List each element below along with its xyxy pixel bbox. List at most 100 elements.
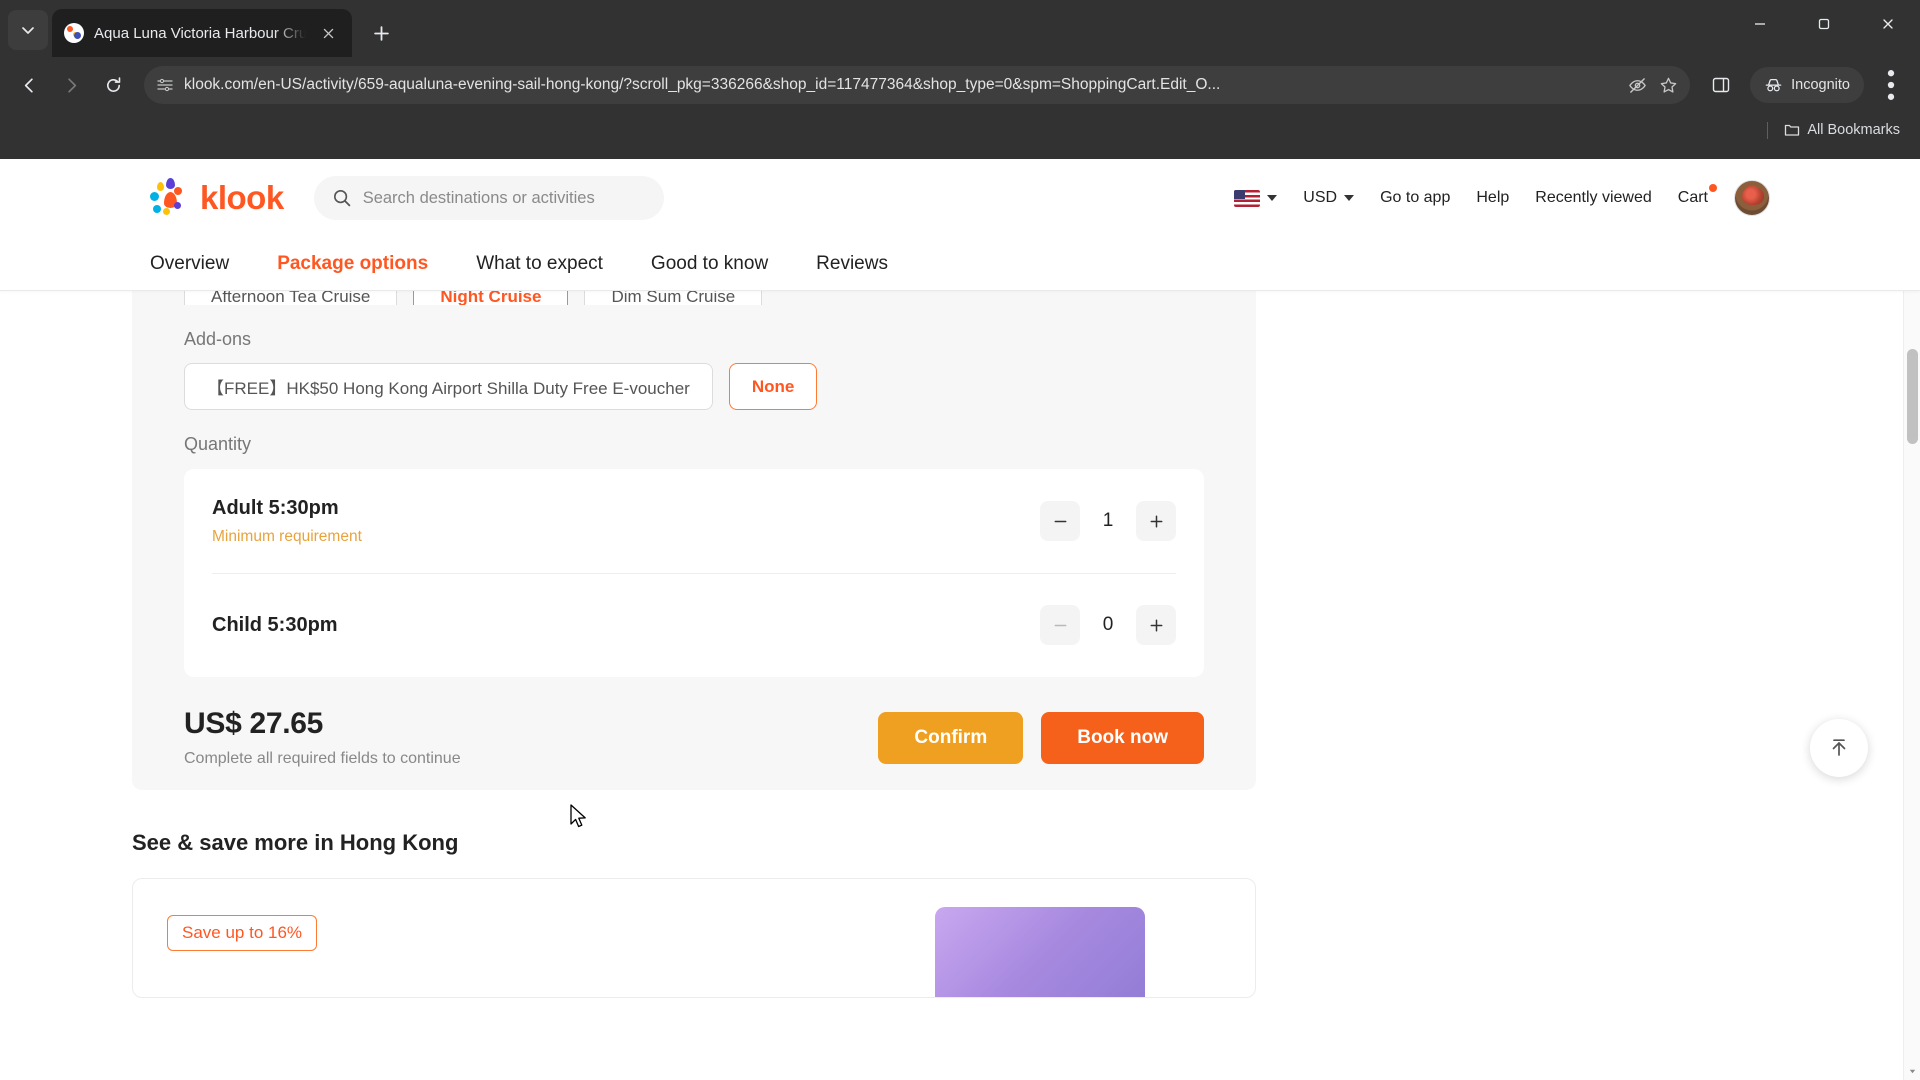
avatar[interactable] [1734, 180, 1770, 216]
incognito-label: Incognito [1791, 77, 1850, 93]
cart-badge-dot [1709, 184, 1717, 192]
page-viewport: klook Search destinations or activities … [0, 159, 1920, 1080]
book-now-button[interactable]: Book now [1041, 711, 1204, 764]
browser-window: Aqua Luna Victoria Harbour Cru klook.com… [0, 0, 1920, 1080]
chip-none[interactable]: None [728, 363, 818, 410]
klook-favicon [64, 23, 84, 43]
adult-increase-button[interactable] [1136, 501, 1176, 541]
quantity-info: Child 5:30pm [212, 614, 1040, 637]
url-text: klook.com/en-US/activity/659-aqualuna-ev… [184, 76, 1221, 93]
package-booking-card: Afternoon Tea Cruise Night Cruise Dim Su… [132, 271, 1256, 790]
scrollbar-thumb[interactable] [1907, 349, 1918, 444]
bookmarks-bar: All Bookmarks [0, 113, 1920, 147]
browser-toolbar: klook.com/en-US/activity/659-aqualuna-ev… [0, 57, 1920, 113]
site-header: klook Search destinations or activities … [0, 159, 1920, 237]
child-label: Child 5:30pm [212, 613, 338, 636]
chevron-down-icon [1344, 195, 1355, 201]
child-quantity-value: 0 [1102, 614, 1114, 635]
folder-icon [1785, 124, 1800, 136]
site-settings-icon[interactable] [156, 76, 174, 94]
close-tab-icon[interactable] [316, 21, 340, 45]
quantity-row-child: Child 5:30pm 0 [184, 573, 1204, 677]
child-increase-button[interactable] [1136, 605, 1176, 645]
all-bookmarks-label: All Bookmarks [1807, 122, 1900, 138]
close-window-icon[interactable] [1856, 0, 1920, 48]
forward-arrow-icon [52, 66, 90, 104]
search-input[interactable]: Search destinations or activities [313, 176, 664, 220]
quantity-row-adult: Adult 5:30pm Minimum requirement 1 [184, 469, 1204, 573]
language-selector[interactable] [1234, 189, 1278, 207]
adult-quantity-stepper: 1 [1040, 501, 1176, 541]
omnibox-actions [1628, 76, 1678, 95]
tab-reviews[interactable]: Reviews [816, 253, 888, 275]
save-badge: Save up to 16% [167, 915, 318, 951]
total-and-actions: US$ 27.65 Complete all required fields t… [132, 677, 1256, 768]
reload-icon[interactable] [94, 66, 132, 104]
recently-viewed-link[interactable]: Recently viewed [1535, 189, 1652, 207]
currency-selector[interactable]: USD [1303, 189, 1355, 207]
adult-quantity-value: 1 [1102, 510, 1114, 531]
klook-logo[interactable]: klook [150, 178, 284, 218]
confirm-button[interactable]: Confirm [878, 711, 1024, 764]
address-bar[interactable]: klook.com/en-US/activity/659-aqualuna-ev… [144, 66, 1691, 104]
browser-tab[interactable]: Aqua Luna Victoria Harbour Cru [52, 9, 352, 57]
tab-good-to-know[interactable]: Good to know [651, 253, 768, 275]
maximize-icon[interactable] [1792, 0, 1856, 48]
cart-label: Cart [1677, 189, 1708, 206]
klook-logo-text: klook [200, 179, 284, 216]
all-bookmarks-button[interactable]: All Bookmarks [1778, 119, 1906, 141]
search-icon [333, 190, 351, 207]
window-controls [1728, 0, 1920, 48]
scrollbar-down-arrow[interactable] [1904, 1063, 1920, 1080]
star-icon[interactable] [1659, 76, 1678, 95]
cart-button[interactable]: Cart [1677, 184, 1717, 207]
adult-minimum-note: Minimum requirement [212, 527, 362, 545]
tab-search-icon[interactable] [8, 10, 48, 50]
go-to-app-link[interactable]: Go to app [1380, 189, 1450, 207]
addons-label: Add-ons [184, 329, 252, 349]
mouse-cursor [569, 804, 589, 835]
header-actions: USD Go to app Help Recently viewed Cart [1234, 180, 1770, 216]
quantity-info: Adult 5:30pm Minimum requirement [212, 497, 1040, 546]
bookmarks-divider [1767, 121, 1769, 139]
total-price: US$ 27.65 [184, 707, 324, 740]
adult-decrease-button[interactable] [1040, 501, 1080, 541]
incognito-icon [1765, 78, 1782, 91]
child-decrease-button [1040, 605, 1080, 645]
tab-what-to-expect[interactable]: What to expect [476, 253, 603, 275]
action-buttons: Confirm Book now [878, 711, 1204, 764]
promo-thumbnail [935, 907, 1145, 997]
chip-free-evoucher[interactable]: 【FREE】HK$50 Hong Kong Airport Shilla Dut… [184, 363, 713, 410]
tab-package-options[interactable]: Package options [277, 253, 428, 275]
recommendations-title: See & save more in Hong Kong [132, 830, 459, 855]
back-arrow-icon[interactable] [10, 66, 48, 104]
child-quantity-stepper: 0 [1040, 605, 1176, 645]
new-tab-button[interactable] [362, 14, 400, 52]
price-summary: US$ 27.65 Complete all required fields t… [184, 707, 878, 768]
arrow-up-icon [1832, 739, 1846, 756]
incognito-indicator[interactable]: Incognito [1750, 67, 1864, 103]
chevron-down-icon [1267, 195, 1278, 201]
quantity-card: Adult 5:30pm Minimum requirement 1 Child… [184, 469, 1204, 677]
scroll-to-top-button[interactable] [1810, 719, 1868, 777]
side-panel-icon[interactable] [1702, 66, 1740, 104]
us-flag-icon [1234, 189, 1261, 207]
page-content: Afternoon Tea Cruise Night Cruise Dim Su… [0, 271, 1920, 998]
tab-overview[interactable]: Overview [150, 253, 229, 275]
klook-logo-dots-icon [150, 178, 194, 218]
eye-crossed-icon[interactable] [1628, 76, 1647, 95]
section-nav: Overview Package options What to expect … [0, 237, 1920, 291]
addons-chips: 【FREE】HK$50 Hong Kong Airport Shilla Dut… [132, 363, 1256, 410]
search-placeholder: Search destinations or activities [362, 188, 595, 207]
tab-title: Aqua Luna Victoria Harbour Cru [94, 24, 306, 42]
page-scrollbar[interactable] [1903, 159, 1920, 1080]
three-dots-menu-icon[interactable] [1872, 66, 1910, 104]
currency-label: USD [1303, 189, 1338, 206]
help-link[interactable]: Help [1476, 189, 1509, 207]
toolbar-right: Incognito [1702, 66, 1910, 104]
tab-strip: Aqua Luna Victoria Harbour Cru [0, 0, 1920, 57]
promo-card[interactable]: Save up to 16% [132, 878, 1256, 998]
quantity-label: Quantity [184, 434, 252, 454]
minimize-icon[interactable] [1728, 0, 1792, 48]
price-note: Complete all required fields to continue [184, 750, 461, 767]
